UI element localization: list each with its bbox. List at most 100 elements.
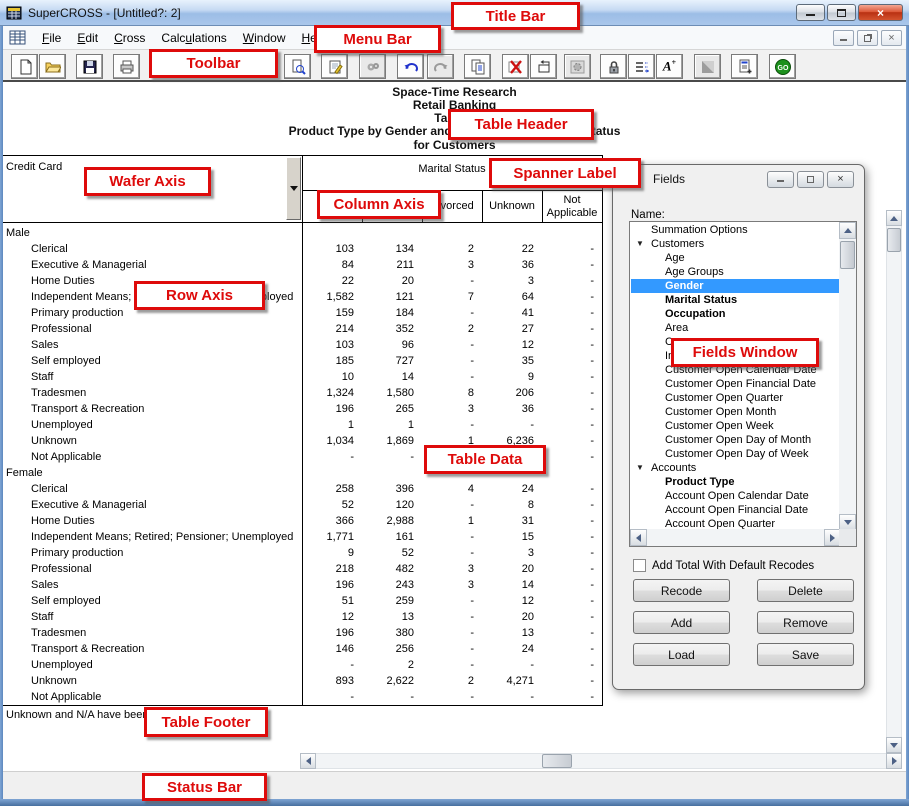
field-list-item[interactable]: Customer Open Day of Week [631, 447, 840, 461]
document-add-icon [737, 59, 753, 75]
add-total-checkbox[interactable]: Add Total With Default Recodes [633, 559, 814, 572]
horizontal-scrollbar[interactable] [300, 753, 902, 769]
scroll-right-button[interactable] [886, 753, 902, 769]
menu-calculations[interactable]: Calculations [153, 28, 234, 48]
field-list-item[interactable]: Gender [631, 279, 840, 293]
table-cell: 2 [422, 321, 482, 337]
rotate-table-button[interactable] [530, 54, 557, 79]
delete-table-button[interactable] [502, 54, 529, 79]
annotation-fields-window: Fields Window [671, 338, 819, 367]
sphere-button[interactable] [564, 54, 591, 79]
load-button[interactable]: Load [633, 643, 730, 666]
field-list-item[interactable]: Customer Open Week [631, 419, 840, 433]
table-cell: - [422, 369, 482, 385]
table-cell: 380 [362, 625, 422, 641]
fields-minimize-button[interactable] [767, 171, 794, 188]
field-list-item[interactable]: Customer Open Quarter [631, 391, 840, 405]
fields-vertical-scrollbar[interactable] [839, 222, 856, 531]
maximize-button[interactable] [827, 4, 856, 21]
menu-cross[interactable]: Cross [106, 28, 153, 48]
field-list-item[interactable]: Product Type [631, 475, 840, 489]
vertical-scroll-thumb[interactable] [840, 241, 855, 269]
redo-icon [433, 59, 449, 75]
field-list-item[interactable]: Summation Options [631, 223, 840, 237]
table-header-line: Space-Time Research [0, 85, 909, 99]
copy-button[interactable] [464, 54, 491, 79]
arrow-left-icon [636, 534, 641, 542]
table-cell: 10 [302, 369, 362, 385]
lock-button[interactable] [600, 54, 627, 79]
recode-button[interactable]: Recode [633, 579, 730, 602]
document-icon[interactable] [9, 30, 26, 45]
horizontal-scroll-thumb[interactable] [542, 754, 572, 768]
mdi-restore-button[interactable] [857, 30, 878, 46]
field-options-button[interactable] [628, 54, 655, 79]
print-preview-button[interactable] [284, 54, 311, 79]
delete-button[interactable]: Delete [757, 579, 854, 602]
field-list-item[interactable]: ▼Customers [631, 237, 840, 251]
new-document-button[interactable] [11, 54, 38, 79]
fields-close-button[interactable]: × [827, 171, 854, 188]
field-list-item[interactable]: Area [631, 321, 840, 335]
menu-file[interactable]: File [34, 28, 69, 48]
save-icon [82, 59, 98, 75]
shade-button[interactable] [694, 54, 721, 79]
field-list-item[interactable]: Occupation [631, 307, 840, 321]
field-list-item[interactable]: Customer Open Day of Month [631, 433, 840, 447]
font-icon: A+ [663, 58, 676, 74]
table-cell: - [542, 577, 602, 593]
field-list-item[interactable]: Age Groups [631, 265, 840, 279]
undo-button[interactable] [397, 54, 424, 79]
field-list-item[interactable]: ▼Accounts [631, 461, 840, 475]
field-list-item[interactable]: Customer Open Month [631, 405, 840, 419]
table-cell: 8 [482, 497, 542, 513]
field-list-item[interactable]: Customer Open Financial Date [631, 377, 840, 391]
table-cell: 64 [482, 289, 542, 305]
mdi-minimize-button[interactable] [833, 30, 854, 46]
annotation-button[interactable] [731, 54, 758, 79]
vertical-scrollbar[interactable] [886, 210, 902, 753]
field-list-item[interactable]: Age [631, 251, 840, 265]
scroll-up-button[interactable] [839, 222, 856, 239]
field-list-item[interactable]: Account Open Calendar Date [631, 489, 840, 503]
open-button[interactable] [39, 54, 66, 79]
menu-edit[interactable]: Edit [69, 28, 106, 48]
table-cell: 196 [302, 401, 362, 417]
table-cell: 14 [362, 369, 422, 385]
mdi-close-button[interactable]: × [881, 30, 902, 46]
annotation-column-axis: Column Axis [317, 190, 441, 219]
go-button[interactable]: GO [769, 54, 796, 79]
table-cell: - [422, 417, 482, 433]
minimize-button[interactable] [796, 4, 825, 21]
fields-horizontal-scrollbar[interactable] [630, 529, 841, 546]
row-label: Independent Means; Retired; Pensioner; U… [0, 529, 302, 545]
scroll-left-button[interactable] [300, 753, 316, 769]
row-label: Clerical [0, 481, 302, 497]
remove-button[interactable]: Remove [757, 611, 854, 634]
scroll-left-button[interactable] [630, 529, 647, 546]
add-button[interactable]: Add [633, 611, 730, 634]
field-list-item[interactable]: Account Open Financial Date [631, 503, 840, 517]
print-button[interactable] [113, 54, 140, 79]
vertical-scroll-thumb[interactable] [887, 228, 901, 252]
menu-window[interactable]: Window [235, 28, 294, 48]
scroll-down-button[interactable] [886, 737, 902, 753]
row-label: Executive & Managerial [0, 257, 302, 273]
table-cell: - [542, 273, 602, 289]
wafer-dropdown-button[interactable] [286, 157, 301, 220]
derivations-button[interactable] [359, 54, 386, 79]
save-button[interactable]: Save [757, 643, 854, 666]
field-list-item[interactable]: Marital Status [631, 293, 840, 307]
expander-icon[interactable]: ▼ [636, 461, 644, 475]
redo-button[interactable] [427, 54, 454, 79]
fields-maximize-button[interactable] [797, 171, 824, 188]
font-size-button[interactable]: A+ [656, 54, 683, 79]
field-label: Customer Open Quarter [665, 392, 783, 404]
save-button[interactable] [76, 54, 103, 79]
close-button[interactable]: × [858, 4, 903, 21]
checkbox-icon[interactable] [633, 559, 646, 572]
table-cell: 396 [362, 481, 422, 497]
scroll-up-button[interactable] [886, 210, 902, 226]
edit-table-button[interactable] [321, 54, 348, 79]
expander-icon[interactable]: ▼ [636, 237, 644, 251]
